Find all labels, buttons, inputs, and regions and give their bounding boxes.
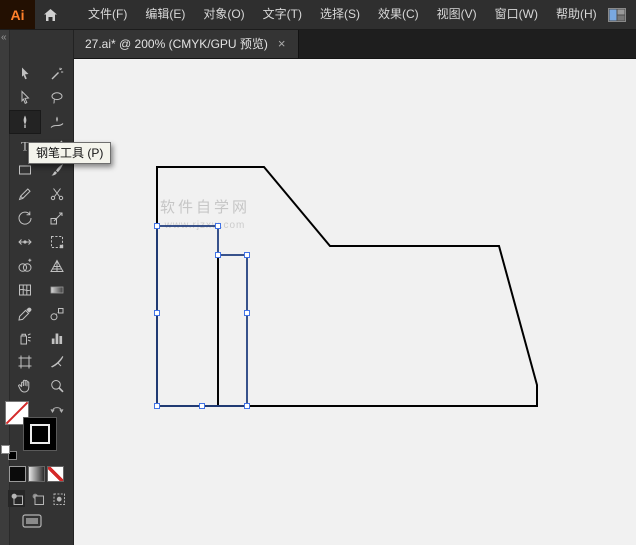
selection-tool[interactable] — [9, 62, 41, 86]
magic-wand-tool[interactable] — [41, 62, 73, 86]
scale-tool[interactable] — [41, 206, 73, 230]
lasso-tool[interactable] — [41, 86, 73, 110]
menu-item-effect[interactable]: 效果(C) — [369, 0, 428, 29]
anchor-point[interactable] — [245, 311, 250, 316]
symbol-sprayer-tool[interactable] — [9, 326, 41, 350]
default-stroke-chip — [9, 452, 16, 459]
anchor-point[interactable] — [155, 224, 160, 229]
draw-normal-button[interactable] — [8, 490, 25, 507]
drawing-mode-buttons — [8, 490, 67, 507]
menu-item-file[interactable]: 文件(F) — [79, 0, 136, 29]
color-button[interactable] — [10, 467, 25, 481]
mesh-tool[interactable] — [9, 278, 41, 302]
menu-item-edit[interactable]: 编辑(E) — [136, 0, 194, 29]
arrange-documents-icon[interactable] — [608, 8, 626, 27]
document-tab[interactable]: 27.ai* @ 200% (CMYK/GPU 预览) × — [73, 29, 299, 58]
menu-item-help[interactable]: 帮助(H) — [547, 0, 606, 29]
inner-rect-path-1[interactable] — [157, 226, 218, 406]
free-transform-tool[interactable] — [41, 230, 73, 254]
anchor-point[interactable] — [216, 224, 221, 229]
gradient-tool[interactable] — [41, 278, 73, 302]
main-outline-path[interactable] — [157, 167, 537, 406]
menu-item-type[interactable]: 文字(T) — [254, 0, 311, 29]
gradient-button[interactable] — [29, 467, 44, 481]
anchor-point[interactable] — [200, 404, 205, 409]
blend-tool[interactable] — [41, 302, 73, 326]
draw-behind-button[interactable] — [29, 490, 46, 507]
none-button[interactable] — [48, 467, 63, 481]
width-tool[interactable] — [9, 230, 41, 254]
close-tab-icon[interactable]: × — [278, 36, 286, 51]
direct-selection-tool[interactable] — [9, 86, 41, 110]
perspective-grid-tool[interactable] — [41, 254, 73, 278]
tools-panel: « T — [0, 29, 74, 545]
default-fill-chip — [2, 446, 9, 453]
draw-inside-button[interactable] — [50, 490, 67, 507]
curvature-tool[interactable] — [41, 110, 73, 134]
canvas[interactable]: 软件自学网 www.rjzxw.com — [73, 58, 636, 545]
inner-rect-path-2[interactable] — [218, 255, 247, 406]
home-icon[interactable] — [35, 8, 65, 22]
screen-mode-button[interactable] — [22, 513, 42, 534]
menu-item-view[interactable]: 视图(V) — [428, 0, 486, 29]
pencil-tool[interactable] — [9, 182, 41, 206]
artwork-svg — [73, 58, 636, 545]
stroke-color-swatch[interactable] — [24, 418, 56, 450]
scissors-tool[interactable] — [41, 182, 73, 206]
default-fill-stroke-icon[interactable] — [2, 446, 16, 459]
anchor-point[interactable] — [245, 253, 250, 258]
artboard-tool[interactable] — [9, 350, 41, 374]
shape-builder-tool[interactable] — [9, 254, 41, 278]
menu-item-object[interactable]: 对象(O) — [194, 0, 253, 29]
fill-stroke-widget — [0, 400, 73, 462]
app-logo: Ai — [0, 0, 35, 29]
menu: 文件(F)编辑(E)对象(O)文字(T)选择(S)效果(C)视图(V)窗口(W)… — [79, 0, 606, 29]
eyedropper-tool[interactable] — [9, 302, 41, 326]
document-tab-title: 27.ai* @ 200% (CMYK/GPU 预览) — [85, 35, 268, 52]
anchor-point[interactable] — [245, 404, 250, 409]
tools-grid: T — [9, 62, 73, 398]
anchor-point[interactable] — [216, 253, 221, 258]
menubar: Ai 文件(F)编辑(E)对象(O)文字(T)选择(S)效果(C)视图(V)窗口… — [0, 0, 636, 30]
hand-tool[interactable] — [9, 374, 41, 398]
pen-tool[interactable] — [9, 110, 41, 134]
collapse-panel-icon[interactable]: « — [1, 32, 7, 43]
zoom-tool[interactable] — [41, 374, 73, 398]
anchor-point[interactable] — [155, 404, 160, 409]
rotate-tool[interactable] — [9, 206, 41, 230]
selected-path-highlight[interactable] — [157, 226, 247, 406]
menu-item-select[interactable]: 选择(S) — [311, 0, 369, 29]
pen-tool-tooltip: 钢笔工具 (P) — [28, 142, 111, 164]
document-tabbar: 27.ai* @ 200% (CMYK/GPU 预览) × — [73, 29, 636, 59]
column-graph-tool[interactable] — [41, 326, 73, 350]
anchor-point[interactable] — [155, 311, 160, 316]
color-mode-buttons — [10, 467, 63, 481]
menu-item-window[interactable]: 窗口(W) — [486, 0, 547, 29]
swap-fill-stroke-icon[interactable] — [50, 401, 64, 419]
slice-tool[interactable] — [41, 350, 73, 374]
